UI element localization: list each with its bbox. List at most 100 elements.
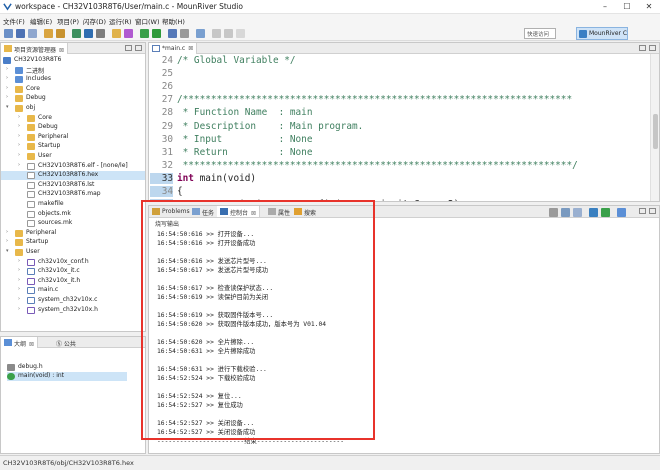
expand-right-icon[interactable]: ›	[18, 286, 20, 292]
maximize-view-icon[interactable]	[649, 45, 656, 51]
tree-item[interactable]: CH32V103R8T6.hex	[1, 171, 145, 181]
tree-item[interactable]: CH32V103R8T6.map	[1, 190, 145, 199]
outline-item[interactable]: main(void) : int	[7, 372, 127, 381]
expand-right-icon[interactable]: ›	[18, 162, 20, 168]
minimize-view-icon[interactable]	[639, 45, 646, 51]
tree-item[interactable]: › Startup	[1, 238, 145, 247]
expand-right-icon[interactable]: ›	[18, 306, 20, 312]
expand-right-icon[interactable]: ›	[6, 66, 8, 72]
tree-item[interactable]: CH32V103R8T6.lst	[1, 181, 145, 190]
tree-item[interactable]: › Core	[1, 85, 145, 94]
new-icon[interactable]	[4, 29, 13, 38]
tree-item[interactable]: › Peripheral	[1, 133, 145, 142]
expand-right-icon[interactable]: ›	[18, 123, 20, 129]
tree-item[interactable]: › Peripheral	[1, 229, 145, 238]
run-icon[interactable]	[152, 29, 161, 38]
scroll-lock-icon[interactable]	[561, 208, 570, 217]
tree-item[interactable]: › Debug	[1, 94, 145, 103]
tab-problems[interactable]: Problems	[149, 206, 193, 217]
tab-search[interactable]: 搜索	[291, 206, 319, 217]
settings-icon[interactable]	[96, 29, 105, 38]
menu-edit[interactable]: 编辑(E)	[30, 16, 52, 26]
expand-right-icon[interactable]: ›	[6, 238, 8, 244]
forward-icon[interactable]	[224, 29, 233, 38]
chip-icon[interactable]	[124, 29, 133, 38]
debug-icon[interactable]	[140, 29, 149, 38]
minimize-view-icon[interactable]	[639, 208, 646, 214]
minimize-view-icon[interactable]	[125, 45, 132, 51]
quick-access-input[interactable]: 快速访问	[524, 28, 556, 39]
minimize-button[interactable]: –	[594, 0, 616, 14]
menu-run[interactable]: 运行(R)	[109, 16, 132, 26]
expand-right-icon[interactable]: ›	[18, 277, 20, 283]
tab-main-c[interactable]: *main.c ⊠	[149, 43, 198, 54]
save-all-icon[interactable]	[28, 29, 37, 38]
scrollbar-thumb[interactable]	[653, 114, 658, 149]
tab-outline[interactable]: 大纲 ⊠	[1, 337, 39, 348]
menu-flash[interactable]: 闪存(D)	[83, 16, 106, 26]
perspective-button[interactable]: MounRiver C	[576, 27, 628, 40]
tab-console[interactable]: 控制台 ⊠	[217, 206, 261, 217]
expand-right-icon[interactable]: ›	[6, 75, 8, 81]
pin-console-icon[interactable]	[589, 208, 598, 217]
tab-project-explorer[interactable]: 项目资源管理器 ⊠	[1, 43, 69, 54]
editor-scrollbar[interactable]	[650, 54, 659, 201]
menu-file[interactable]: 文件(F)	[3, 16, 25, 26]
display-console-icon[interactable]	[601, 208, 610, 217]
rebuild-icon[interactable]	[56, 29, 65, 38]
expand-right-icon[interactable]: ›	[18, 142, 20, 148]
tree-item[interactable]: › system_ch32v10x.h	[1, 306, 145, 315]
tree-item[interactable]: › ch32v10x_conf.h	[1, 258, 145, 267]
close-icon[interactable]: ⊠	[188, 45, 193, 52]
close-icon[interactable]: ⊠	[251, 210, 256, 217]
annotation-icon[interactable]	[196, 29, 205, 38]
tree-item[interactable]: makefile	[1, 200, 145, 209]
menu-window[interactable]: 窗口(W)	[135, 16, 160, 26]
compile-icon[interactable]	[72, 29, 81, 38]
expand-right-icon[interactable]: ›	[6, 94, 8, 100]
open-folder-icon[interactable]	[112, 29, 121, 38]
tree-item[interactable]: › ch32v10x_it.h	[1, 277, 145, 286]
back-icon[interactable]	[212, 29, 221, 38]
tree-item[interactable]: › Debug	[1, 123, 145, 132]
expand-down-icon[interactable]: ▾	[6, 248, 9, 254]
tab-tasks[interactable]: 任务	[189, 206, 217, 217]
expand-right-icon[interactable]: ›	[18, 296, 20, 302]
tree-item[interactable]: ▾CH32V103R8T6	[1, 56, 145, 65]
tree-item[interactable]: › 二进制	[1, 66, 145, 75]
maximize-view-icon[interactable]	[135, 45, 142, 51]
tree-item[interactable]: › User	[1, 152, 145, 161]
menu-project[interactable]: 项目(P)	[57, 16, 79, 26]
expand-right-icon[interactable]: ›	[6, 85, 8, 91]
expand-right-icon[interactable]: ›	[18, 258, 20, 264]
clear-console-icon[interactable]	[549, 208, 558, 217]
menu-help[interactable]: 帮助(H)	[162, 16, 185, 26]
tree-item[interactable]: › ch32v10x_it.c	[1, 267, 145, 276]
code-editor[interactable]: 24 /* Global Variable */ 25 26 27 /**********…	[150, 54, 649, 201]
tree-item[interactable]: › Core	[1, 114, 145, 123]
expand-right-icon[interactable]: ›	[18, 267, 20, 273]
maximize-view-icon[interactable]	[649, 208, 656, 214]
expand-right-icon[interactable]: ›	[18, 152, 20, 158]
save-icon[interactable]	[16, 29, 25, 38]
tab-properties[interactable]: 属性	[265, 206, 293, 217]
next-icon[interactable]	[236, 29, 245, 38]
open-console-icon[interactable]	[617, 208, 626, 217]
build-icon[interactable]	[44, 29, 53, 38]
maximize-button[interactable]: ☐	[616, 0, 638, 14]
tree-item[interactable]: › Startup	[1, 142, 145, 151]
close-icon[interactable]: ⊠	[29, 341, 34, 348]
tree-item[interactable]: › system_ch32v10x.c	[1, 296, 145, 305]
tree-item[interactable]: ▾ obj	[1, 104, 145, 113]
edit-icon[interactable]	[180, 29, 189, 38]
expand-right-icon[interactable]: ›	[6, 229, 8, 235]
search-icon[interactable]	[168, 29, 177, 38]
tab-public[interactable]: Ⓢ 公共	[43, 337, 79, 348]
console-output[interactable]: 烧写输出 16:54:50:616 >> 打开设备... 16:54:50:616…	[155, 219, 658, 452]
tree-item[interactable]: › Includes	[1, 75, 145, 84]
download-icon[interactable]	[84, 29, 93, 38]
close-button[interactable]: ✕	[638, 0, 660, 14]
word-wrap-icon[interactable]	[573, 208, 582, 217]
outline-item[interactable]: debug.h	[7, 363, 127, 372]
tree-item[interactable]: ▾ User	[1, 248, 145, 257]
